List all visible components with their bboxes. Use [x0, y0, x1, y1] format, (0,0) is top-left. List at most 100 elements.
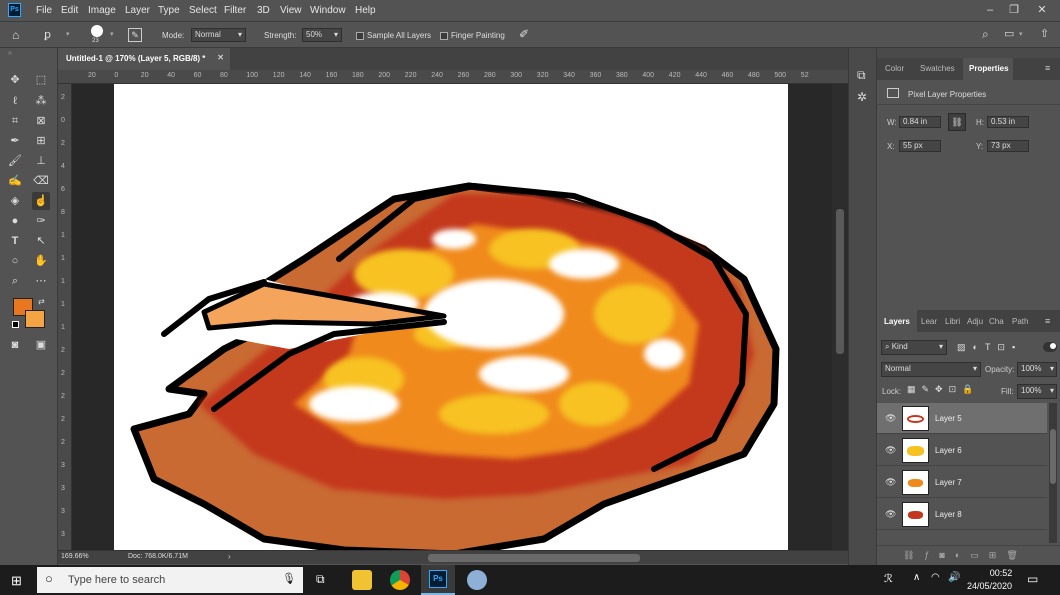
dodge-tool-icon[interactable]: ●: [6, 212, 24, 230]
screen-mode-icon[interactable]: ▣: [32, 336, 50, 354]
sample-all-layers-checkbox[interactable]: [356, 32, 364, 40]
microphone-icon[interactable]: 🎙: [282, 572, 296, 585]
tab-swatches[interactable]: Swatches: [920, 64, 955, 73]
tab-libraries[interactable]: Libri: [945, 317, 960, 326]
quick-mask-icon[interactable]: ◙: [6, 336, 24, 354]
visibility-eye-icon[interactable]: 👁: [885, 445, 896, 455]
menu-image[interactable]: Image: [88, 5, 116, 16]
stamp-tool-icon[interactable]: ⊥: [32, 152, 50, 170]
frame-tool-icon[interactable]: ⊠: [32, 112, 50, 130]
lasso-tool-icon[interactable]: ℓ: [6, 92, 24, 110]
paint-bucket-tool-icon[interactable]: ◈: [6, 192, 24, 210]
photoshop-taskbar-button[interactable]: Ps: [421, 565, 455, 595]
ellipse-tool-icon[interactable]: ○: [6, 252, 24, 270]
background-color-swatch[interactable]: [25, 310, 45, 328]
volume-icon[interactable]: 🔊: [948, 572, 960, 583]
layers-scrollbar[interactable]: [1049, 403, 1057, 543]
document-tab[interactable]: Untitled-1 @ 170% (Layer 5, RGB/8) * ✕: [58, 48, 230, 70]
panel-menu-icon[interactable]: ≡: [1045, 63, 1050, 73]
canvas[interactable]: [114, 84, 788, 550]
eraser-tool-icon[interactable]: ⌫: [32, 172, 50, 190]
minimize-icon[interactable]: –: [978, 1, 1002, 19]
pasteboard[interactable]: [72, 84, 832, 550]
menu-edit[interactable]: Edit: [61, 5, 78, 16]
search-icon[interactable]: ⌕: [982, 27, 989, 42]
more-tools-icon[interactable]: ⋯: [32, 272, 50, 290]
menu-view[interactable]: View: [280, 5, 302, 16]
tab-channels[interactable]: Cha: [989, 317, 1004, 326]
menu-window[interactable]: Window: [310, 5, 346, 16]
people-icon[interactable]: ℛ: [884, 572, 893, 585]
chevron-right-icon[interactable]: ›: [228, 552, 231, 561]
brush-settings-icon[interactable]: ✎: [128, 28, 142, 42]
menu-type[interactable]: Type: [158, 5, 180, 16]
visibility-eye-icon[interactable]: 👁: [885, 477, 896, 487]
chevron-down-icon[interactable]: ▾: [1019, 30, 1023, 38]
width-field[interactable]: 0.84 in: [899, 116, 941, 128]
smudge-tool-preset-icon[interactable]: ꝑ: [44, 28, 51, 41]
tab-paths[interactable]: Path: [1012, 317, 1028, 326]
brush-preview-icon[interactable]: [91, 25, 103, 37]
clock-time[interactable]: 00:52: [976, 568, 1026, 578]
visibility-eye-icon[interactable]: 👁: [885, 413, 896, 423]
close-icon[interactable]: ✕: [1030, 1, 1054, 19]
chrome-icon[interactable]: [390, 570, 410, 590]
horizontal-scroll-thumb[interactable]: [428, 554, 640, 562]
history-brush-tool-icon[interactable]: ✍: [6, 172, 24, 190]
menu-help[interactable]: Help: [355, 5, 376, 16]
zoom-level[interactable]: 169.66%: [61, 553, 89, 560]
brush-tool-icon[interactable]: 🖌: [6, 152, 24, 170]
visibility-eye-icon[interactable]: 👁: [885, 509, 896, 519]
notifications-icon[interactable]: ▭: [1027, 572, 1038, 586]
height-field[interactable]: 0.53 in: [987, 116, 1029, 128]
move-tool-icon[interactable]: ✥: [6, 71, 24, 89]
y-field[interactable]: 73 px: [987, 140, 1029, 152]
taskbar-search-box[interactable]: ○ Type here to search 🎙: [37, 567, 303, 593]
share-icon[interactable]: ⇧: [1040, 27, 1049, 40]
default-colors-icon[interactable]: [12, 321, 19, 328]
swap-colors-icon[interactable]: ⇄: [38, 297, 45, 306]
home-icon[interactable]: ⌂: [12, 28, 28, 42]
layer-name[interactable]: Layer 7: [935, 478, 962, 487]
layer-filter-select[interactable]: ⌕ Kind ▾: [881, 340, 947, 355]
menu-3d[interactable]: 3D: [257, 5, 270, 16]
crop-tool-icon[interactable]: ⌗: [6, 112, 24, 130]
x-field[interactable]: 55 px: [899, 140, 941, 152]
layer-row[interactable]: 👁 Layer 5: [877, 403, 1047, 434]
layer-row[interactable]: 👁 Layer 7: [877, 467, 1047, 498]
mode-select[interactable]: Normal ▾: [191, 28, 246, 42]
fill-input[interactable]: 100% ▾: [1017, 384, 1057, 399]
tab-color[interactable]: Color: [885, 64, 904, 73]
paint-app-icon[interactable]: [467, 570, 487, 590]
layer-name[interactable]: Layer 6: [935, 446, 962, 455]
history-panel-icon[interactable]: ⧉: [857, 68, 866, 83]
path-selection-tool-icon[interactable]: ↖: [32, 232, 50, 250]
finger-painting-checkbox[interactable]: [440, 32, 448, 40]
layer-name[interactable]: Layer 5: [935, 414, 962, 423]
smudge-tool-icon[interactable]: ☝: [32, 192, 50, 210]
healing-tool-icon[interactable]: ⊞: [32, 132, 50, 150]
chevron-down-icon[interactable]: ▾: [110, 30, 114, 38]
layer-name[interactable]: Layer 8: [935, 510, 962, 519]
menu-file[interactable]: File: [36, 5, 52, 16]
tab-learn[interactable]: Lear: [921, 317, 937, 326]
layers-scroll-thumb[interactable]: [1050, 429, 1056, 484]
strength-input[interactable]: 50% ▾: [302, 28, 342, 42]
workspace-icon[interactable]: ▭: [1004, 27, 1014, 40]
opacity-input[interactable]: 100% ▾: [1017, 362, 1057, 377]
menu-layer[interactable]: Layer: [125, 5, 150, 16]
layer-row[interactable]: 👁 Layer 6: [877, 435, 1047, 466]
pressure-icon[interactable]: ✐: [519, 27, 529, 41]
blend-mode-select[interactable]: Normal ▾: [881, 362, 981, 377]
tab-properties[interactable]: Properties: [963, 58, 1013, 80]
panel-menu-icon[interactable]: ≡: [1045, 316, 1050, 326]
brush-panel-icon[interactable]: ✲: [857, 90, 867, 104]
restore-icon[interactable]: ❐: [1002, 1, 1026, 19]
wifi-icon[interactable]: ◠: [931, 572, 940, 583]
close-tab-icon[interactable]: ✕: [217, 53, 224, 62]
file-explorer-icon[interactable]: [352, 570, 372, 590]
magic-wand-tool-icon[interactable]: ⁂: [32, 92, 50, 110]
filter-toggle[interactable]: [1043, 342, 1057, 352]
clock-date[interactable]: 24/05/2020: [967, 581, 1012, 591]
chevron-down-icon[interactable]: ▾: [66, 30, 70, 38]
